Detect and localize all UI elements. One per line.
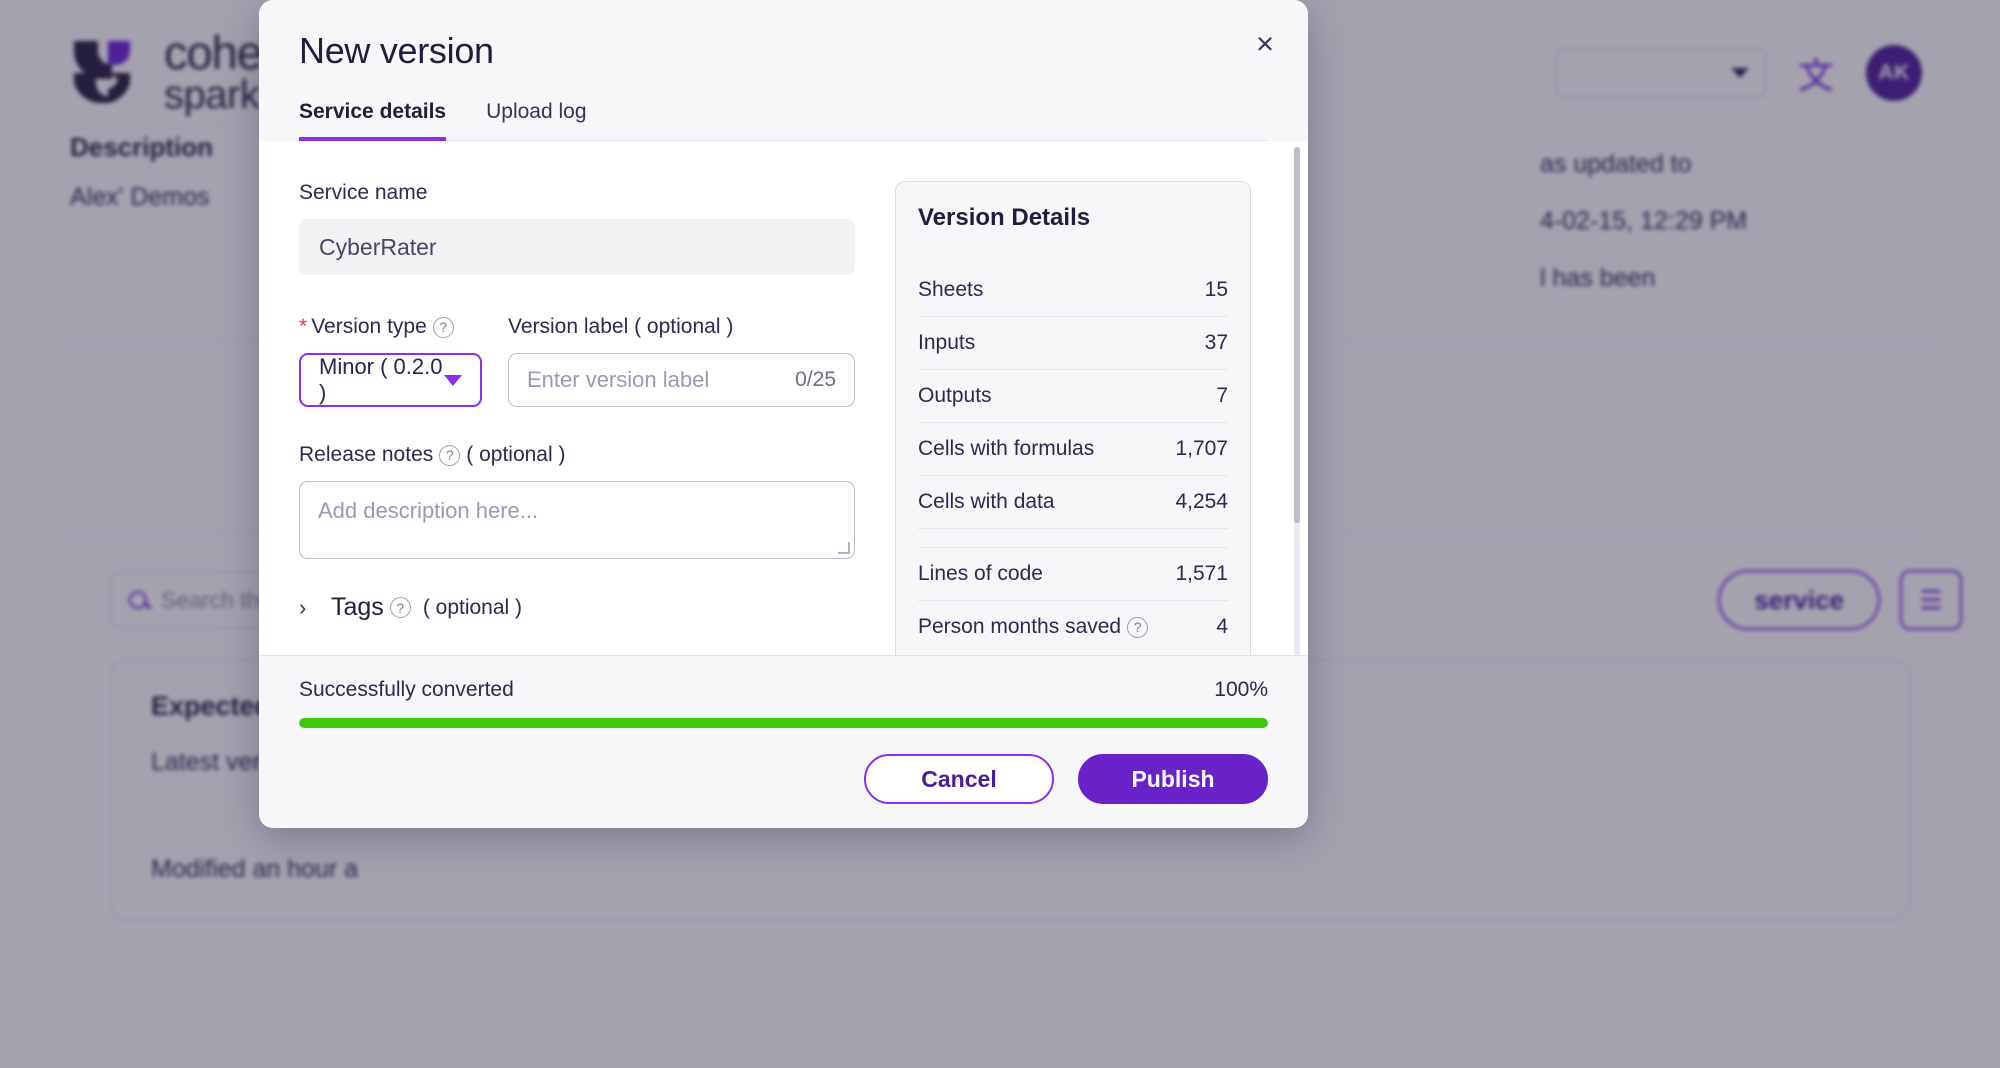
detail-label-text: Person months saved <box>918 615 1122 638</box>
version-label-optional: ( optional ) <box>634 315 734 338</box>
version-row: * Version type? Minor ( 0.2.0 ) Version l… <box>299 315 855 407</box>
accordion-tags-label: Tags <box>331 593 384 621</box>
required-marker: * <box>299 315 308 338</box>
release-notes-optional: ( optional ) <box>466 443 566 466</box>
detail-value: 1,707 <box>1175 437 1228 460</box>
release-notes-textarea[interactable]: Add description here... <box>299 481 855 559</box>
help-circle-icon[interactable]: ? <box>389 597 411 618</box>
modal-body: Service name CyberRater * Version type? M… <box>259 141 1308 655</box>
conversion-status: Successfully converted <box>299 678 514 701</box>
help-circle-icon[interactable]: ? <box>1127 616 1149 638</box>
help-circle-icon[interactable]: ? <box>439 444 461 466</box>
tab-service-details[interactable]: Service details <box>299 100 447 141</box>
detail-label: Person months saved ? <box>918 615 1154 639</box>
detail-value: 37 <box>1204 331 1228 354</box>
close-icon[interactable]: × <box>1246 24 1284 62</box>
table-row: Outputs 7 <box>918 370 1228 423</box>
modal-title: New version <box>299 30 494 71</box>
table-row: Lines of code 1,571 <box>918 547 1228 601</box>
version-label-label: Version label ( optional ) <box>508 315 855 339</box>
detail-label: Sheets <box>918 278 984 301</box>
version-label-placeholder: Enter version label <box>527 367 710 392</box>
form-column: Service name CyberRater * Version type? M… <box>299 181 855 655</box>
detail-label: Inputs <box>918 331 976 354</box>
version-label-counter: 0/25 <box>795 368 836 391</box>
chevron-right-icon: › <box>299 594 307 620</box>
detail-label: Cells with data <box>918 490 1055 513</box>
version-details-panel: Version Details Sheets 15 Inputs 37 Outp… <box>895 181 1251 655</box>
publish-button[interactable]: Publish <box>1078 754 1268 804</box>
modal-footer: Successfully converted 100% Cancel Publi… <box>259 655 1308 828</box>
accordion-tags-optional: ( optional ) <box>422 595 523 619</box>
version-type-label-text: Version type <box>311 315 427 338</box>
version-type-label: * Version type? <box>299 315 482 339</box>
detail-label: Lines of code <box>918 562 1043 585</box>
footer-buttons: Cancel Publish <box>299 754 1268 804</box>
version-details-title: Version Details <box>918 204 1091 231</box>
version-label-input[interactable]: Enter version label 0/25 <box>508 353 855 407</box>
cancel-button[interactable]: Cancel <box>864 754 1054 804</box>
table-row: Cells with formulas 1,707 <box>918 423 1228 476</box>
service-name-field: Service name CyberRater <box>299 181 855 275</box>
version-label-label-text: Version label <box>508 315 629 338</box>
scrollbar-thumb[interactable] <box>1294 147 1300 523</box>
progress-bar-fill <box>299 718 1268 728</box>
detail-value: 15 <box>1204 278 1228 301</box>
release-notes-field: Release notes?( optional ) Add descripti… <box>299 443 855 559</box>
progress-bar <box>299 718 1268 728</box>
new-version-modal: New version × Service details Upload log… <box>259 0 1308 828</box>
accordion-tags[interactable]: › Tags ? ( optional ) <box>299 593 855 622</box>
version-label-field: Version label ( optional ) Enter version… <box>508 315 855 407</box>
detail-value: 1,571 <box>1175 562 1228 585</box>
chevron-down-icon <box>444 374 462 386</box>
release-notes-label: Release notes?( optional ) <box>299 443 855 467</box>
table-row: Cells with data 4,254 <box>918 476 1228 529</box>
tab-upload-log[interactable]: Upload log <box>486 100 586 141</box>
release-notes-label-text: Release notes <box>299 443 434 466</box>
help-circle-icon[interactable]: ? <box>432 316 454 338</box>
version-type-select[interactable]: Minor ( 0.2.0 ) <box>299 353 482 407</box>
table-row: Inputs 37 <box>918 317 1228 370</box>
detail-value: 4,254 <box>1175 490 1228 513</box>
app-root: cohere spark 文 AK Description Alex' Demo… <box>0 0 2000 1068</box>
detail-value: 4 <box>1216 615 1228 638</box>
version-type-value: Minor ( 0.2.0 ) <box>319 354 443 405</box>
table-row: Sheets 15 <box>918 264 1228 317</box>
modal-header: New version × Service details Upload log <box>259 0 1308 141</box>
service-name-label: Service name <box>299 181 428 204</box>
version-details-column: Version Details Sheets 15 Inputs 37 Outp… <box>895 181 1251 655</box>
version-type-field: * Version type? Minor ( 0.2.0 ) <box>299 315 482 407</box>
detail-value: 7 <box>1216 384 1228 407</box>
detail-label: Cells with formulas <box>918 437 1095 460</box>
progress-percent: 100% <box>1214 678 1268 701</box>
progress-header: Successfully converted 100% <box>299 678 1268 702</box>
service-name-input: CyberRater <box>299 219 855 275</box>
modal-tabs: Service details Upload log <box>299 100 1268 141</box>
table-row: Person months saved ? 4 <box>918 601 1228 653</box>
detail-label: Outputs <box>918 384 992 407</box>
